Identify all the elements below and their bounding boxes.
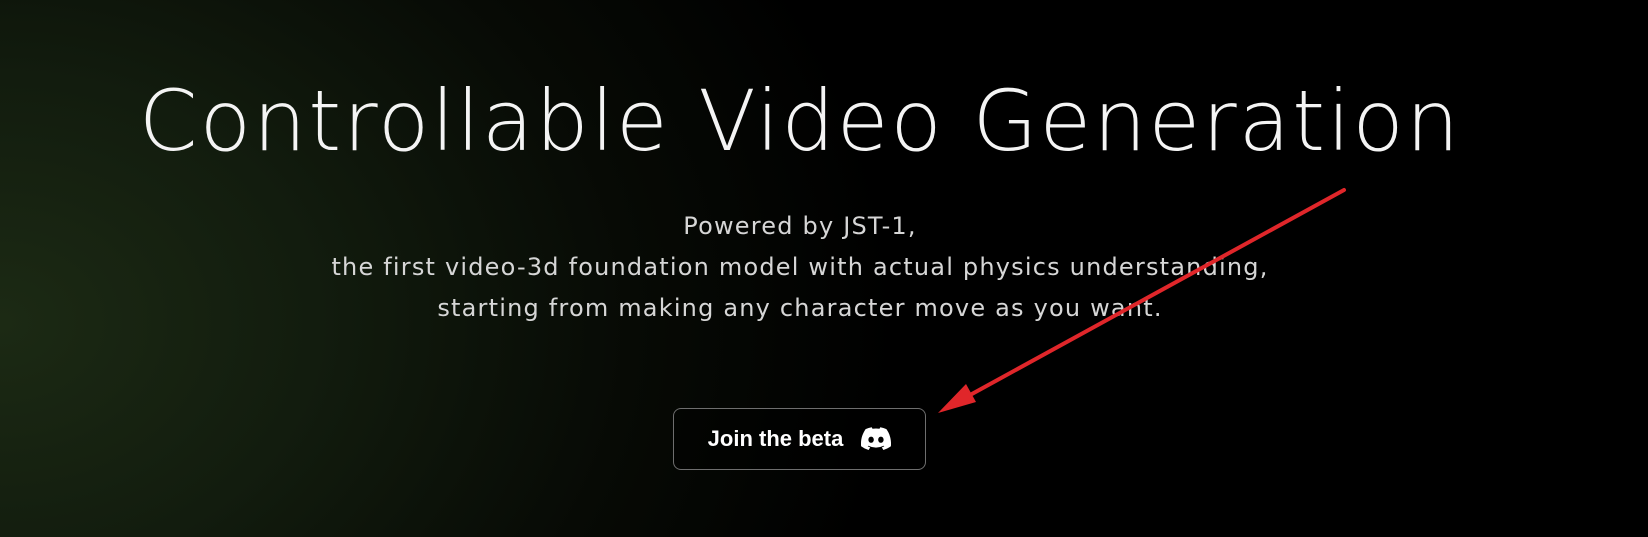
discord-icon bbox=[861, 427, 892, 451]
join-beta-button[interactable]: Join the beta bbox=[673, 408, 926, 470]
subtitle-line: Powered by JST-1, bbox=[683, 212, 917, 240]
hero-subtitle: Powered by JST-1, the first video-3d fou… bbox=[0, 206, 1600, 329]
join-beta-label: Join the beta bbox=[707, 426, 844, 451]
hero-section: Controllable Video Generation Powered by… bbox=[0, 0, 1648, 537]
subtitle-line: the first video-3d foundation model with… bbox=[331, 253, 1269, 281]
subtitle-line: starting from making any character move … bbox=[437, 294, 1163, 322]
page-title: Controllable Video Generation bbox=[138, 72, 1462, 170]
